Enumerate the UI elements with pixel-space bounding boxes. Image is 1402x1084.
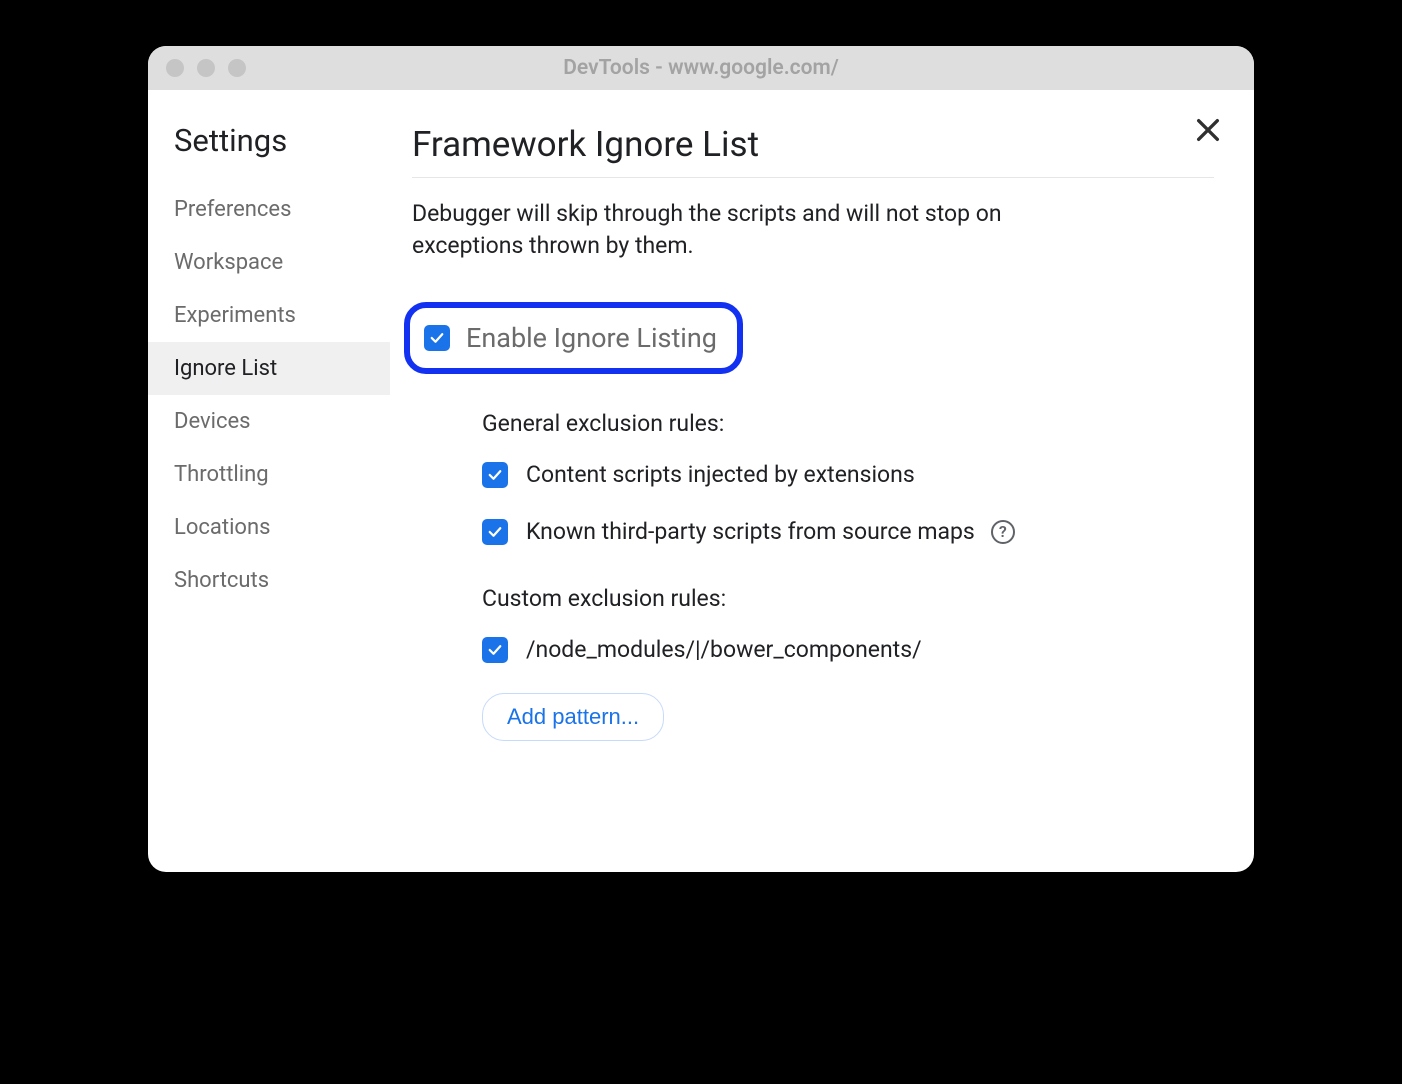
sidebar-item-workspace[interactable]: Workspace xyxy=(166,236,390,289)
page-description: Debugger will skip through the scripts a… xyxy=(412,198,1112,262)
help-icon[interactable]: ? xyxy=(991,520,1015,544)
settings-heading: Settings xyxy=(166,122,390,159)
sidebar-item-devices[interactable]: Devices xyxy=(166,395,390,448)
add-pattern-button[interactable]: Add pattern... xyxy=(482,693,664,741)
general-rule-row: Content scripts injected by extensions xyxy=(482,461,1214,488)
check-icon xyxy=(486,641,504,659)
general-exclusion-section: General exclusion rules: Content scripts… xyxy=(482,410,1214,545)
sidebar-item-throttling[interactable]: Throttling xyxy=(166,448,390,501)
custom-rule-checkbox[interactable] xyxy=(482,637,508,663)
title-divider xyxy=(412,177,1214,178)
main-panel: Framework Ignore List Debugger will skip… xyxy=(390,90,1254,872)
third-party-scripts-label: Known third-party scripts from source ma… xyxy=(526,518,975,545)
enable-ignore-listing-label: Enable Ignore Listing xyxy=(466,322,717,354)
enable-ignore-listing-highlight: Enable Ignore Listing xyxy=(404,302,743,374)
custom-rule-row: /node_modules/|/bower_components/ xyxy=(482,636,1214,663)
custom-exclusion-section: Custom exclusion rules: /node_modules/|/… xyxy=(482,585,1214,741)
check-icon xyxy=(486,466,504,484)
traffic-lights xyxy=(166,59,246,77)
check-icon xyxy=(486,523,504,541)
third-party-scripts-checkbox[interactable] xyxy=(482,519,508,545)
settings-sidebar: Settings Preferences Workspace Experimen… xyxy=(148,90,390,872)
sidebar-item-preferences[interactable]: Preferences xyxy=(166,183,390,236)
sidebar-item-experiments[interactable]: Experiments xyxy=(166,289,390,342)
sidebar-item-locations[interactable]: Locations xyxy=(166,501,390,554)
sidebar-item-ignore-list[interactable]: Ignore List xyxy=(148,342,390,395)
custom-rule-label: /node_modules/|/bower_components/ xyxy=(526,636,922,663)
titlebar: DevTools - www.google.com/ xyxy=(148,46,1254,90)
custom-section-title: Custom exclusion rules: xyxy=(482,585,1214,612)
devtools-settings-window: DevTools - www.google.com/ Settings Pref… xyxy=(148,46,1254,872)
close-icon xyxy=(1192,114,1224,146)
general-rule-row: Known third-party scripts from source ma… xyxy=(482,518,1214,545)
content-scripts-label: Content scripts injected by extensions xyxy=(526,461,915,488)
close-button[interactable] xyxy=(1192,114,1224,146)
page-title: Framework Ignore List xyxy=(412,124,1214,165)
enable-ignore-listing-checkbox[interactable] xyxy=(424,325,450,351)
sidebar-item-shortcuts[interactable]: Shortcuts xyxy=(166,554,390,607)
traffic-minimize-icon[interactable] xyxy=(197,59,215,77)
general-section-title: General exclusion rules: xyxy=(482,410,1214,437)
content-scripts-checkbox[interactable] xyxy=(482,462,508,488)
window-title: DevTools - www.google.com/ xyxy=(148,56,1254,80)
traffic-zoom-icon[interactable] xyxy=(228,59,246,77)
content-area: Settings Preferences Workspace Experimen… xyxy=(148,90,1254,872)
check-icon xyxy=(428,329,446,347)
traffic-close-icon[interactable] xyxy=(166,59,184,77)
